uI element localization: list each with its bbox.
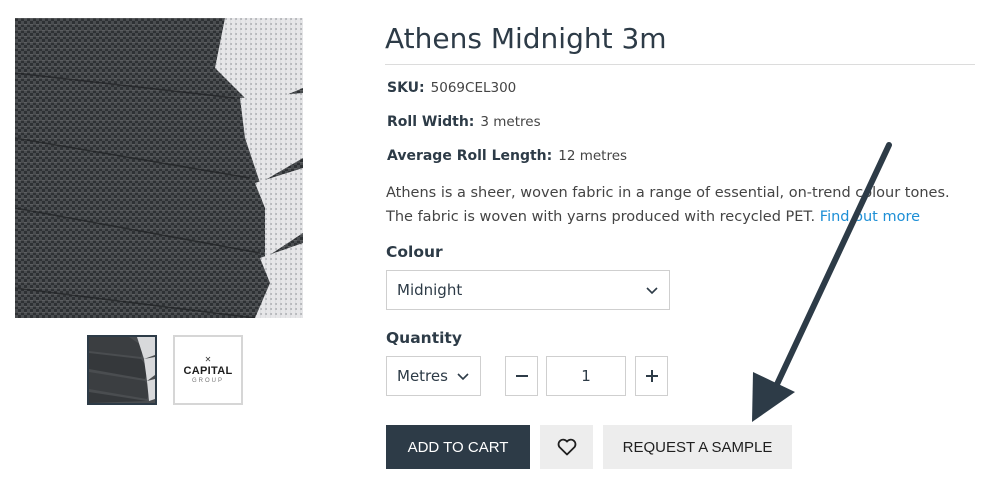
wishlist-button[interactable] (540, 425, 593, 469)
spec-roll-length: Average Roll Length: 12 metres (387, 148, 627, 164)
minus-icon (515, 375, 528, 377)
quantity-increase-button[interactable] (635, 356, 668, 396)
spec-roll-length-label: Average Roll Length: (387, 148, 553, 164)
quantity-label: Quantity (386, 329, 462, 347)
thumbnail-brand-logo[interactable]: ✕ CAPITAL GROUP (173, 335, 243, 405)
description-line-2-text: The fabric is woven with yarns produced … (386, 209, 816, 225)
thumbnail-strip: ✕ CAPITAL GROUP (87, 335, 243, 405)
thumbnail-fabric[interactable] (87, 335, 157, 405)
spec-roll-width-value: 3 metres (480, 114, 541, 130)
product-main-image[interactable] (15, 18, 303, 318)
pleated-fabric-thumbnail-icon (89, 337, 155, 403)
find-out-more-link[interactable]: Find out more (820, 209, 920, 225)
spec-sku-value: 5069CEL300 (430, 80, 517, 96)
quantity-input[interactable] (546, 356, 626, 396)
colour-selected-value: Midnight (397, 281, 463, 299)
unit-selected-value: Metres (397, 367, 448, 385)
description-line-1: Athens is a sheer, woven fabric in a ran… (386, 185, 950, 201)
product-description: Athens is a sheer, woven fabric in a ran… (386, 181, 986, 229)
description-line-2: The fabric is woven with yarns produced … (386, 205, 986, 229)
title-divider (385, 64, 975, 65)
chevron-down-icon (457, 373, 469, 381)
chevron-down-icon (646, 287, 658, 295)
plus-icon (645, 370, 658, 382)
brand-logo-text: CAPITAL (183, 365, 233, 377)
pleated-fabric-illustration (15, 18, 303, 318)
spec-sku: SKU: 5069CEL300 (387, 80, 516, 96)
spec-roll-length-value: 12 metres (558, 148, 628, 164)
brand-logo-subtext: GROUP (191, 378, 224, 384)
colour-label: Colour (386, 243, 443, 261)
colour-select[interactable]: Midnight (386, 270, 670, 310)
capital-logo-icon: ✕ (204, 355, 212, 364)
spec-roll-width-label: Roll Width: (387, 114, 475, 130)
spec-sku-label: SKU: (387, 80, 425, 96)
add-to-cart-button[interactable]: ADD TO CART (386, 425, 530, 469)
request-sample-button[interactable]: REQUEST A SAMPLE (603, 425, 792, 469)
heart-icon (557, 438, 576, 456)
unit-select[interactable]: Metres (386, 356, 481, 396)
product-title: Athens Midnight 3m (385, 22, 667, 55)
spec-roll-width: Roll Width: 3 metres (387, 114, 541, 130)
quantity-decrease-button[interactable] (505, 356, 538, 396)
